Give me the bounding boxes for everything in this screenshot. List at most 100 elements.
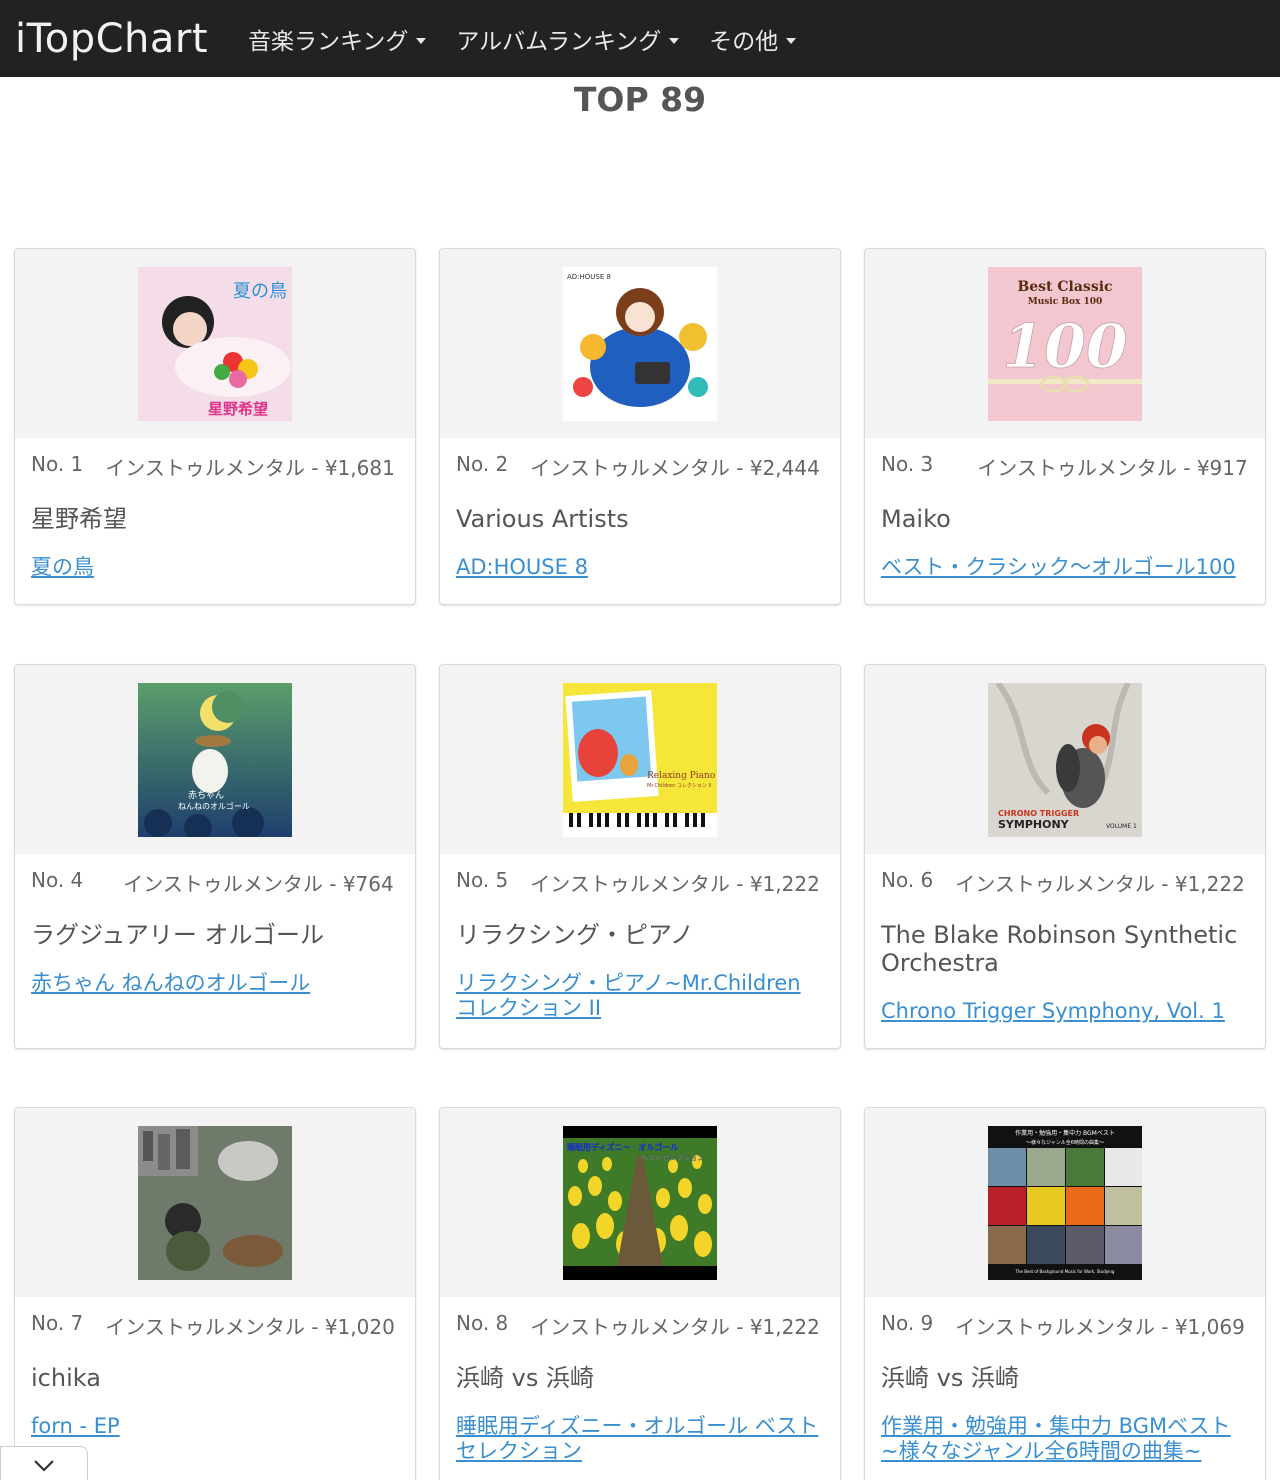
genre-price: インストゥルメンタル - ¥1,222	[955, 872, 1245, 896]
album-link[interactable]: 作業用・勉強用・集中力 BGMベスト ~様々なジャンル全6時間の曲集~	[881, 1414, 1249, 1464]
cover-area: Best Classic Music Box 100 100	[865, 249, 1265, 438]
cover-title-text: 夏の鳥	[233, 281, 287, 302]
genre-price: インストゥルメンタル - ¥1,020	[105, 1315, 395, 1339]
chevron-down-icon	[34, 1460, 54, 1472]
rank-number: No. 7	[31, 1311, 84, 1335]
cover-area	[15, 1108, 415, 1297]
genre-price: インストゥルメンタル - ¥1,222	[530, 1315, 820, 1339]
album-link[interactable]: 赤ちゃん ねんねのオルゴール	[31, 971, 399, 996]
album-link[interactable]: ベスト・クラシック〜オルゴール100	[881, 555, 1249, 580]
card-body: No. 6 インストゥルメンタル - ¥1,222 The Blake Robi…	[865, 854, 1265, 1040]
rank-meta: No. 1 インストゥルメンタル - ¥1,681	[31, 452, 399, 481]
card-body: No. 2 インストゥルメンタル - ¥2,444 Various Artist…	[440, 438, 840, 596]
artist-name: Maiko	[881, 505, 951, 533]
ranking-card: Best Classic Music Box 100 100 No. 3 インス…	[864, 248, 1266, 605]
cover-subtitle-text: 星野希望	[208, 400, 268, 418]
album-link[interactable]: 睡眠用ディズニー・オルゴール ベストセレクション	[456, 1414, 824, 1464]
cover-area: 夏の鳥 星野希望	[15, 249, 415, 438]
cover-area: 睡眠用ディズニー・オルゴール ベストセレクション	[440, 1108, 840, 1297]
rank-number: No. 6	[881, 868, 934, 892]
ranking-card: 夏の鳥 星野希望 No. 1 インストゥルメンタル - ¥1,681 星野希望 …	[14, 248, 416, 605]
artist-name: Various Artists	[456, 505, 629, 533]
album-link[interactable]: Chrono Trigger Symphony, Vol. 1	[881, 999, 1249, 1024]
card-body: No. 4 インストゥルメンタル - ¥764 ラグジュアリー オルゴール 赤ち…	[15, 854, 415, 1012]
genre-price: インストゥルメンタル - ¥764	[123, 872, 394, 896]
rank-number: No. 1	[31, 452, 84, 476]
genre-price: インストゥルメンタル - ¥2,444	[530, 456, 820, 480]
rank-meta: No. 7 インストゥルメンタル - ¥1,020	[31, 1311, 399, 1340]
cover-subtitle-text: ねんねのオルゴール	[178, 801, 250, 811]
cover-title-text: CHRONO TRIGGER	[998, 809, 1079, 818]
album-cover-image[interactable]: Best Classic Music Box 100 100	[988, 266, 1142, 421]
album-cover-image[interactable]: Relaxing Piano Mr.Children コレクション II	[563, 682, 717, 837]
rank-meta: No. 2 インストゥルメンタル - ¥2,444	[456, 452, 824, 481]
rank-meta: No. 8 インストゥルメンタル - ¥1,222	[456, 1311, 824, 1340]
cover-title-text: Relaxing Piano	[647, 771, 715, 781]
genre-price: インストゥルメンタル - ¥917	[977, 456, 1248, 480]
album-cover-image[interactable]: 赤ちゃん ねんねのオルゴール	[138, 682, 292, 837]
card-body: No. 3 インストゥルメンタル - ¥917 Maiko ベスト・クラシック〜…	[865, 438, 1265, 596]
rank-meta: No. 5 インストゥルメンタル - ¥1,222	[456, 868, 824, 897]
cover-title-text: 赤ちゃん	[188, 790, 224, 801]
rank-number: No. 8	[456, 1311, 509, 1335]
ranking-grid: 夏の鳥 星野希望 No. 1 インストゥルメンタル - ¥1,681 星野希望 …	[0, 0, 1280, 1480]
album-cover-image[interactable]: CHRONO TRIGGER SYMPHONY VOLUME 1	[988, 682, 1142, 837]
cover-title-text: 睡眠用ディズニー・オルゴール	[567, 1142, 678, 1152]
album-cover-image[interactable]	[138, 1125, 292, 1280]
cover-title-text: AD:HOUSE 8	[567, 273, 611, 281]
scroll-toggle-button[interactable]	[0, 1446, 88, 1480]
cover-subtitle-text: 〜様々なジャンル全6時間の曲集〜	[1026, 1139, 1104, 1146]
artist-name: 浜崎 vs 浜崎	[456, 1364, 594, 1392]
genre-price: インストゥルメンタル - ¥1,222	[530, 872, 820, 896]
artist-name: リラクシング・ピアノ	[456, 921, 694, 949]
cover-title-text: Best Classic	[1017, 279, 1112, 295]
artist-name: ichika	[31, 1364, 101, 1392]
rank-meta: No. 9 インストゥルメンタル - ¥1,069	[881, 1311, 1249, 1340]
album-cover-image[interactable]: 夏の鳥 星野希望	[138, 266, 292, 421]
cover-title-text: 作業用・勉強用・集中力 BGMベスト	[1015, 1129, 1115, 1137]
rank-number: No. 3	[881, 452, 934, 476]
album-cover-image[interactable]: 睡眠用ディズニー・オルゴール ベストセレクション	[563, 1125, 717, 1280]
artist-name: The Blake Robinson Synthetic Orchestra	[881, 921, 1238, 977]
ranking-card: No. 7 インストゥルメンタル - ¥1,020 ichika forn - …	[14, 1107, 416, 1480]
cover-area: 赤ちゃん ねんねのオルゴール	[15, 665, 415, 854]
ranking-card: AD:HOUSE 8 No. 2 インストゥルメンタル - ¥2,444 Var…	[439, 248, 841, 605]
cover-subtitle-text: SYMPHONY	[998, 818, 1070, 831]
cover-big-number: 100	[1002, 312, 1127, 382]
album-link[interactable]: リラクシング・ピアノ~Mr.Children コレクション II	[456, 971, 824, 1021]
artist-name: 星野希望	[31, 505, 127, 533]
card-body: No. 5 インストゥルメンタル - ¥1,222 リラクシング・ピアノ リラク…	[440, 854, 840, 1037]
cover-subtitle-text: Music Box 100	[1028, 297, 1103, 307]
rank-meta: No. 3 インストゥルメンタル - ¥917	[881, 452, 1249, 481]
rank-meta: No. 6 インストゥルメンタル - ¥1,222	[881, 868, 1249, 897]
cover-area: Relaxing Piano Mr.Children コレクション II	[440, 665, 840, 854]
album-link[interactable]: AD:HOUSE 8	[456, 555, 824, 580]
cover-area: CHRONO TRIGGER SYMPHONY VOLUME 1	[865, 665, 1265, 854]
card-body: No. 7 インストゥルメンタル - ¥1,020 ichika forn - …	[15, 1297, 415, 1455]
album-cover-image[interactable]: AD:HOUSE 8	[563, 266, 717, 421]
card-body: No. 8 インストゥルメンタル - ¥1,222 浜崎 vs 浜崎 睡眠用ディ…	[440, 1297, 840, 1480]
cover-subtitle-text: ベストセレクション	[641, 1154, 704, 1162]
rank-number: No. 5	[456, 868, 509, 892]
album-cover-image[interactable]: 作業用・勉強用・集中力 BGMベスト 〜様々なジャンル全6時間の曲集〜 The …	[988, 1125, 1142, 1280]
artist-name: ラグジュアリー オルゴール	[31, 921, 324, 949]
rank-number: No. 2	[456, 452, 509, 476]
ranking-card: 赤ちゃん ねんねのオルゴール No. 4 インストゥルメンタル - ¥764 ラ…	[14, 664, 416, 1049]
rank-number: No. 4	[31, 868, 84, 892]
ranking-card: 睡眠用ディズニー・オルゴール ベストセレクション No. 8 インストゥルメンタ…	[439, 1107, 841, 1480]
rank-number: No. 9	[881, 1311, 934, 1335]
cover-subtitle-text: Mr.Children コレクション II	[647, 783, 711, 789]
genre-price: インストゥルメンタル - ¥1,069	[955, 1315, 1245, 1339]
rank-meta: No. 4 インストゥルメンタル - ¥764	[31, 868, 399, 897]
cover-area: 作業用・勉強用・集中力 BGMベスト 〜様々なジャンル全6時間の曲集〜 The …	[865, 1108, 1265, 1297]
ranking-card: CHRONO TRIGGER SYMPHONY VOLUME 1 No. 6 イ…	[864, 664, 1266, 1049]
album-link[interactable]: forn - EP	[31, 1414, 399, 1439]
card-body: No. 9 インストゥルメンタル - ¥1,069 浜崎 vs 浜崎 作業用・勉…	[865, 1297, 1265, 1480]
cover-area: AD:HOUSE 8	[440, 249, 840, 438]
genre-price: インストゥルメンタル - ¥1,681	[105, 456, 395, 480]
album-link[interactable]: 夏の鳥	[31, 555, 399, 580]
cover-volume-text: VOLUME 1	[1106, 823, 1137, 830]
cover-footer-text: The Best of Background Music for Work, S…	[1015, 1269, 1115, 1274]
ranking-card: Relaxing Piano Mr.Children コレクション II No.…	[439, 664, 841, 1049]
artist-name: 浜崎 vs 浜崎	[881, 1364, 1019, 1392]
